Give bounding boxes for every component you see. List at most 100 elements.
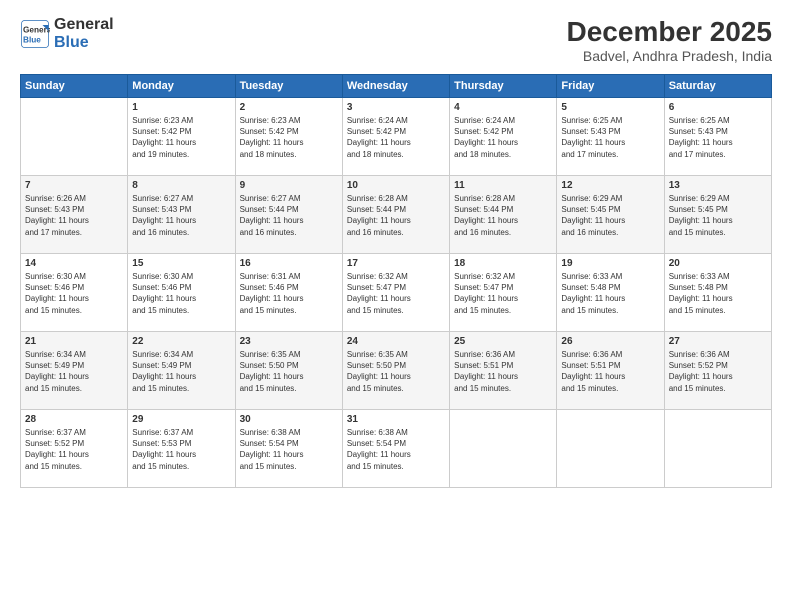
calendar-cell: 20 Sunrise: 6:33 AM Sunset: 5:48 PM Dayli… [664,254,771,332]
calendar-week-1: 7Sunrise: 6:26 AM Sunset: 5:43 PM Daylig… [21,176,772,254]
calendar-cell [21,98,128,176]
day-number: 6 [669,102,767,113]
day-info: Sunrise: 6:36 AM Sunset: 5:51 PM Dayligh… [454,349,552,394]
day-number: 21 [25,336,123,347]
day-info: Sunrise: 6:24 AM Sunset: 5:42 PM Dayligh… [347,115,445,160]
day-info: Sunrise: 6:37 AM Sunset: 5:52 PM Dayligh… [25,427,123,472]
header-row: SundayMondayTuesdayWednesdayThursdayFrid… [21,75,772,98]
header: General Blue General Blue December 2025 … [20,16,772,64]
logo: General Blue General Blue [20,16,114,51]
header-cell-thursday: Thursday [450,75,557,98]
day-number: 31 [347,414,445,425]
day-info: Sunrise: 6:38 AM Sunset: 5:54 PM Dayligh… [347,427,445,472]
calendar-cell [664,410,771,488]
calendar-cell: 19 Sunrise: 6:33 AM Sunset: 5:48 PM Dayli… [557,254,664,332]
calendar-body: 1 Sunrise: 6:23 AM Sunset: 5:42 PM Daylig… [21,98,772,488]
day-number: 22 [132,336,230,347]
calendar-cell: 13 Sunrise: 6:29 AM Sunset: 5:45 PM Dayli… [664,176,771,254]
day-info: Sunrise: 6:31 AM Sunset: 5:46 PM Dayligh… [240,271,338,316]
day-info: Sunrise: 6:26 AM Sunset: 5:43 PM Dayligh… [25,193,123,238]
calendar-cell: 7Sunrise: 6:26 AM Sunset: 5:43 PM Daylig… [21,176,128,254]
header-cell-sunday: Sunday [21,75,128,98]
title-block: December 2025 Badvel, Andhra Pradesh, In… [567,16,772,64]
calendar-cell: 5 Sunrise: 6:25 AM Sunset: 5:43 PM Daylig… [557,98,664,176]
day-number: 3 [347,102,445,113]
calendar-cell: 29 Sunrise: 6:37 AM Sunset: 5:53 PM Dayli… [128,410,235,488]
day-info: Sunrise: 6:29 AM Sunset: 5:45 PM Dayligh… [669,193,767,238]
day-number: 26 [561,336,659,347]
day-number: 11 [454,180,552,191]
calendar-cell: 17Sunrise: 6:32 AM Sunset: 5:47 PM Dayli… [342,254,449,332]
svg-text:Blue: Blue [23,35,41,44]
calendar-cell: 3 Sunrise: 6:24 AM Sunset: 5:42 PM Daylig… [342,98,449,176]
calendar-cell: 28 Sunrise: 6:37 AM Sunset: 5:52 PM Dayli… [21,410,128,488]
day-number: 14 [25,258,123,269]
logo-line2: Blue [54,34,114,52]
day-number: 13 [669,180,767,191]
day-number: 10 [347,180,445,191]
main-title: December 2025 [567,16,772,48]
day-number: 29 [132,414,230,425]
day-number: 27 [669,336,767,347]
day-info: Sunrise: 6:28 AM Sunset: 5:44 PM Dayligh… [454,193,552,238]
calendar-cell: 30Sunrise: 6:38 AM Sunset: 5:54 PM Dayli… [235,410,342,488]
day-info: Sunrise: 6:27 AM Sunset: 5:44 PM Dayligh… [240,193,338,238]
calendar-cell: 1 Sunrise: 6:23 AM Sunset: 5:42 PM Daylig… [128,98,235,176]
header-cell-tuesday: Tuesday [235,75,342,98]
day-number: 28 [25,414,123,425]
day-number: 1 [132,102,230,113]
logo-text: General Blue [54,16,114,51]
day-info: Sunrise: 6:33 AM Sunset: 5:48 PM Dayligh… [669,271,767,316]
calendar-cell: 10Sunrise: 6:28 AM Sunset: 5:44 PM Dayli… [342,176,449,254]
calendar-cell: 8 Sunrise: 6:27 AM Sunset: 5:43 PM Daylig… [128,176,235,254]
calendar-cell: 4Sunrise: 6:24 AM Sunset: 5:42 PM Daylig… [450,98,557,176]
calendar-cell: 12 Sunrise: 6:29 AM Sunset: 5:45 PM Dayli… [557,176,664,254]
calendar-cell [450,410,557,488]
calendar-cell: 27Sunrise: 6:36 AM Sunset: 5:52 PM Dayli… [664,332,771,410]
day-info: Sunrise: 6:25 AM Sunset: 5:43 PM Dayligh… [561,115,659,160]
calendar-cell: 21 Sunrise: 6:34 AM Sunset: 5:49 PM Dayli… [21,332,128,410]
day-info: Sunrise: 6:23 AM Sunset: 5:42 PM Dayligh… [132,115,230,160]
day-info: Sunrise: 6:30 AM Sunset: 5:46 PM Dayligh… [25,271,123,316]
calendar-table: SundayMondayTuesdayWednesdayThursdayFrid… [20,74,772,488]
day-number: 9 [240,180,338,191]
day-info: Sunrise: 6:27 AM Sunset: 5:43 PM Dayligh… [132,193,230,238]
day-info: Sunrise: 6:25 AM Sunset: 5:43 PM Dayligh… [669,115,767,160]
day-info: Sunrise: 6:34 AM Sunset: 5:49 PM Dayligh… [132,349,230,394]
day-number: 19 [561,258,659,269]
calendar-cell: 2 Sunrise: 6:23 AM Sunset: 5:42 PM Daylig… [235,98,342,176]
day-info: Sunrise: 6:30 AM Sunset: 5:46 PM Dayligh… [132,271,230,316]
day-number: 5 [561,102,659,113]
day-info: Sunrise: 6:33 AM Sunset: 5:48 PM Dayligh… [561,271,659,316]
logo-line1: General [54,16,114,34]
day-number: 16 [240,258,338,269]
day-number: 8 [132,180,230,191]
calendar-week-0: 1 Sunrise: 6:23 AM Sunset: 5:42 PM Daylig… [21,98,772,176]
calendar-cell: 11 Sunrise: 6:28 AM Sunset: 5:44 PM Dayli… [450,176,557,254]
day-info: Sunrise: 6:34 AM Sunset: 5:49 PM Dayligh… [25,349,123,394]
day-number: 24 [347,336,445,347]
page: General Blue General Blue December 2025 … [0,0,792,612]
day-number: 15 [132,258,230,269]
calendar-week-4: 28 Sunrise: 6:37 AM Sunset: 5:52 PM Dayli… [21,410,772,488]
day-number: 12 [561,180,659,191]
calendar-cell: 31 Sunrise: 6:38 AM Sunset: 5:54 PM Dayli… [342,410,449,488]
subtitle: Badvel, Andhra Pradesh, India [567,48,772,64]
day-info: Sunrise: 6:36 AM Sunset: 5:51 PM Dayligh… [561,349,659,394]
calendar-cell: 6 Sunrise: 6:25 AM Sunset: 5:43 PM Daylig… [664,98,771,176]
day-number: 17 [347,258,445,269]
day-info: Sunrise: 6:35 AM Sunset: 5:50 PM Dayligh… [347,349,445,394]
day-info: Sunrise: 6:29 AM Sunset: 5:45 PM Dayligh… [561,193,659,238]
day-number: 30 [240,414,338,425]
day-info: Sunrise: 6:37 AM Sunset: 5:53 PM Dayligh… [132,427,230,472]
day-info: Sunrise: 6:32 AM Sunset: 5:47 PM Dayligh… [454,271,552,316]
day-number: 2 [240,102,338,113]
day-info: Sunrise: 6:23 AM Sunset: 5:42 PM Dayligh… [240,115,338,160]
day-number: 20 [669,258,767,269]
calendar-cell [557,410,664,488]
calendar-cell: 9 Sunrise: 6:27 AM Sunset: 5:44 PM Daylig… [235,176,342,254]
calendar-cell: 23Sunrise: 6:35 AM Sunset: 5:50 PM Dayli… [235,332,342,410]
day-info: Sunrise: 6:35 AM Sunset: 5:50 PM Dayligh… [240,349,338,394]
calendar-cell: 15 Sunrise: 6:30 AM Sunset: 5:46 PM Dayli… [128,254,235,332]
header-cell-saturday: Saturday [664,75,771,98]
